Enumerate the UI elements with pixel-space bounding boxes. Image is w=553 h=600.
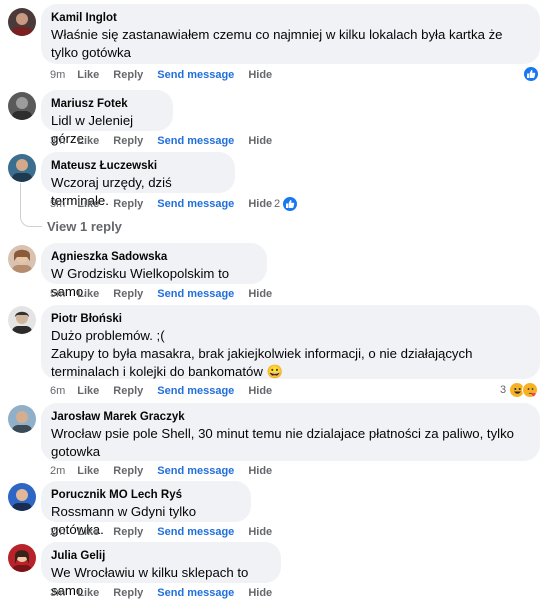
comment-bubble: Mariusz Fotek Lidl w Jeleniej górze: [41, 90, 173, 146]
send-message-button[interactable]: Send message: [157, 287, 234, 301]
comment-text: Dużo problemów. ;( Zakupy to była masakr…: [51, 328, 473, 379]
like-button[interactable]: Like: [77, 586, 99, 600]
hide-button[interactable]: Hide: [248, 525, 272, 539]
comment-author[interactable]: Porucznik MO Lech Ryś: [51, 488, 239, 503]
comment-time[interactable]: 3m: [50, 586, 65, 600]
comment-author[interactable]: Julia Gelij: [51, 549, 269, 564]
avatar[interactable]: [8, 92, 36, 120]
avatar[interactable]: [8, 154, 36, 182]
reply-button[interactable]: Reply: [113, 525, 143, 539]
send-message-button[interactable]: Send message: [157, 68, 234, 82]
avatar[interactable]: [8, 8, 36, 36]
hide-button[interactable]: Hide: [248, 134, 272, 148]
hide-button[interactable]: Hide: [248, 464, 272, 478]
hide-button[interactable]: Hide: [248, 287, 272, 301]
reply-button[interactable]: Reply: [113, 384, 143, 398]
view-replies-link[interactable]: View 1 reply: [47, 219, 122, 234]
comment-actions: 9m Like Reply Send message Hide: [50, 68, 286, 82]
like-button[interactable]: Like: [77, 525, 99, 539]
comment-actions: 5m Like Reply Send message Hide: [50, 197, 286, 211]
reply-button[interactable]: Reply: [113, 464, 143, 478]
send-message-button[interactable]: Send message: [157, 525, 234, 539]
send-message-button[interactable]: Send message: [157, 384, 234, 398]
comment-bubble: Julia Gelij We Wrocławiu w kilku sklepac…: [41, 542, 281, 598]
comment-bubble: Jarosław Marek Graczyk Wrocław psie pole…: [41, 403, 540, 461]
reply-button[interactable]: Reply: [113, 134, 143, 148]
hide-button[interactable]: Hide: [248, 197, 272, 211]
like-button[interactable]: Like: [77, 384, 99, 398]
comment-text: Właśnie się zastanawiałem czemu co najmn…: [51, 27, 507, 60]
comment-time[interactable]: 5m: [50, 197, 65, 211]
comment-time[interactable]: 2m: [50, 525, 65, 539]
comment-time[interactable]: 6m: [50, 384, 65, 398]
comment-author[interactable]: Jarosław Marek Graczyk: [51, 410, 528, 425]
comment-actions: 2m Like Reply Send message Hide: [50, 525, 286, 539]
comment-author[interactable]: Piotr Błoński: [51, 312, 528, 327]
like-reaction-icon: [523, 66, 539, 82]
hide-button[interactable]: Hide: [248, 384, 272, 398]
hide-button[interactable]: Hide: [248, 586, 272, 600]
like-button[interactable]: Like: [77, 134, 99, 148]
send-message-button[interactable]: Send message: [157, 134, 234, 148]
comment-actions: 6m Like Reply Send message Hide: [50, 384, 286, 398]
reply-button[interactable]: Reply: [113, 197, 143, 211]
like-reaction-icon: [282, 196, 299, 212]
send-message-button[interactable]: Send message: [157, 464, 234, 478]
comment-bubble: Agnieszka Sadowska W Grodzisku Wielkopol…: [41, 243, 267, 299]
comment-time[interactable]: 2m: [50, 464, 65, 478]
like-button[interactable]: Like: [77, 464, 99, 478]
reply-button[interactable]: Reply: [113, 586, 143, 600]
comment-bubble: Porucznik MO Lech Ryś Rossmann w Gdyni t…: [41, 481, 251, 537]
comment-actions: 3m Like Reply Send message Hide: [50, 586, 286, 600]
send-message-button[interactable]: Send message: [157, 586, 234, 600]
comment-actions: 2m Like Reply Send message Hide: [50, 464, 286, 478]
reply-button[interactable]: Reply: [113, 68, 143, 82]
comment-text: Wrocław psie pole Shell, 30 minut temu n…: [51, 426, 518, 459]
comment-bubble: Mateusz Łuczewski Wczoraj urzędy, dziś t…: [41, 152, 235, 208]
comment-time[interactable]: 9m: [50, 68, 65, 82]
comment-author[interactable]: Mariusz Fotek: [51, 97, 161, 112]
avatar[interactable]: [8, 245, 36, 273]
avatar[interactable]: [8, 544, 36, 572]
avatar[interactable]: [8, 306, 36, 334]
comment-author[interactable]: Agnieszka Sadowska: [51, 250, 255, 265]
like-button[interactable]: Like: [77, 68, 99, 82]
reaction-count: 2: [274, 198, 281, 210]
reaction-summary[interactable]: [523, 66, 539, 82]
reaction-summary[interactable]: 2: [274, 196, 299, 212]
reaction-count: 3: [500, 384, 507, 396]
reaction-summary[interactable]: 3: [500, 382, 539, 398]
avatar[interactable]: [8, 483, 36, 511]
like-button[interactable]: Like: [77, 287, 99, 301]
comment-actions: 5m Like Reply Send message Hide: [50, 287, 286, 301]
comment-bubble: Kamil Inglot Właśnie się zastanawiałem c…: [41, 4, 540, 64]
comment-time[interactable]: 5m: [50, 287, 65, 301]
thread-connector: [20, 183, 42, 227]
comment-author[interactable]: Kamil Inglot: [51, 11, 528, 26]
reply-button[interactable]: Reply: [113, 287, 143, 301]
comment-bubble: Piotr Błoński Dużo problemów. ;( Zakupy …: [41, 305, 540, 379]
send-message-button[interactable]: Send message: [157, 197, 234, 211]
avatar[interactable]: [8, 405, 36, 433]
hide-button[interactable]: Hide: [248, 68, 272, 82]
comment-actions: 3m Like Reply Send message Hide: [50, 134, 286, 148]
comment-author[interactable]: Mateusz Łuczewski: [51, 159, 223, 174]
like-button[interactable]: Like: [77, 197, 99, 211]
comment-time[interactable]: 3m: [50, 134, 65, 148]
care-reaction-icon: [522, 382, 539, 398]
